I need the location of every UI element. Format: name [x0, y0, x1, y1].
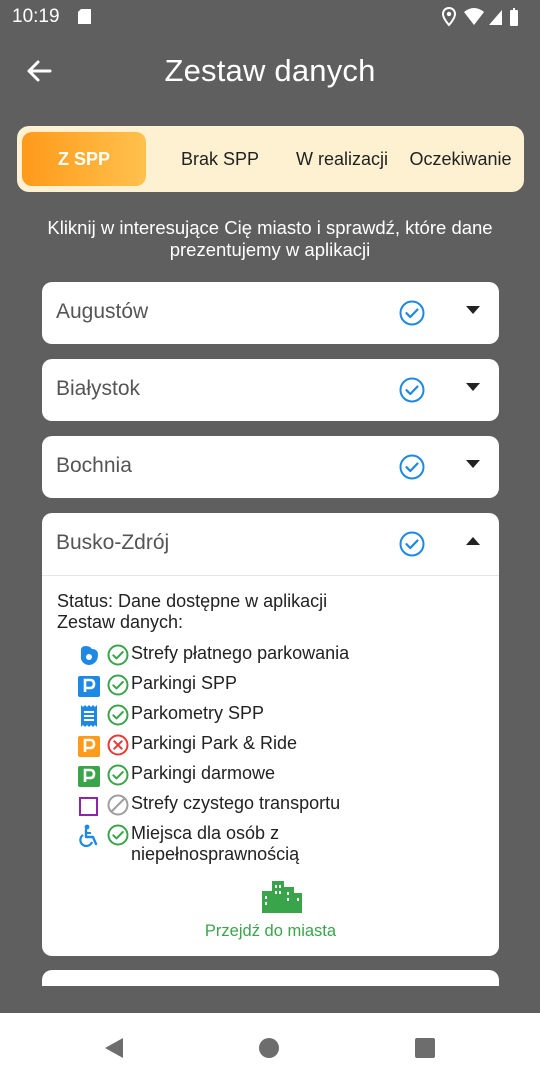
dataset-label-line2: niepełnosprawnością: [131, 844, 300, 864]
check-circle-icon: [399, 300, 425, 326]
status-bar: 10:19: [0, 0, 540, 34]
status-icons: [442, 7, 518, 27]
dataset-label-line1: Miejsca dla osób z: [131, 823, 280, 843]
dataset-label: Parkingi SPP: [131, 673, 238, 693]
battery-icon: [510, 8, 518, 26]
location-icon: [442, 7, 457, 27]
accessible-icon: [79, 824, 98, 848]
city-card-busko-zdroj: Busko-Zdrój Status: Dane dostępne w apli…: [42, 513, 499, 956]
cancel-circle-red-icon: [107, 734, 129, 756]
go-to-city-link[interactable]: Przejdź do miasta: [42, 879, 499, 949]
park-and-ride-icon: [78, 736, 100, 757]
city-status: Status: Dane dostępne w aplikacji: [57, 591, 328, 611]
app-bar: Zestaw danych: [0, 34, 540, 108]
go-to-city-label: Przejdź do miasta: [204, 922, 337, 940]
chevron-down-icon[interactable]: [466, 306, 480, 315]
dataset-label: Parkingi darmowe: [131, 763, 276, 783]
nav-recents-icon[interactable]: [415, 1038, 435, 1058]
tab-w-realizacji[interactable]: W realizacji: [279, 132, 405, 186]
page-title: Zestaw danych: [164, 53, 376, 88]
check-circle-green-icon: [107, 824, 129, 846]
check-circle-green-icon: [107, 674, 129, 696]
city-name: Augustów: [56, 300, 149, 323]
free-parking-icon: [78, 766, 100, 787]
city-card-bochnia[interactable]: Bochnia: [42, 436, 499, 498]
city-name: Bochnia: [56, 454, 132, 477]
city-name: Białystok: [56, 377, 141, 400]
intro-text: Kliknij w interesujące Cię miasto i spra…: [47, 217, 493, 260]
dataset-row: Strefy czystego transportu: [77, 791, 497, 821]
check-circle-icon: [399, 454, 425, 480]
dataset-label: Parkometry SPP: [131, 703, 265, 723]
sd-card-icon: [78, 9, 91, 24]
check-circle-icon: [399, 377, 425, 403]
tab-bar: Z SPP Brak SPP W realizacji Oczekiwanie: [17, 126, 524, 192]
signal-icon: [489, 10, 502, 25]
dataset-row: Parkometry SPP: [77, 701, 497, 731]
nav-home-icon[interactable]: [259, 1038, 279, 1058]
dataset-heading: Zestaw danych:: [57, 612, 184, 632]
status-time: 10:19: [12, 6, 60, 27]
dataset-label: Miejsca dla osób z niepełnosprawnością: [131, 823, 299, 865]
wifi-icon: [464, 8, 484, 25]
city-card-augustow[interactable]: Augustów: [42, 282, 499, 344]
city-buildings-icon: [262, 881, 302, 913]
chevron-down-icon[interactable]: [466, 460, 480, 469]
dataset-row: Parkingi darmowe: [77, 761, 497, 791]
tab-brak-spp[interactable]: Brak SPP: [158, 132, 282, 186]
city-card-header[interactable]: Busko-Zdrój: [42, 513, 499, 575]
not-applicable-icon: [107, 794, 129, 816]
city-name: Busko-Zdrój: [56, 531, 170, 554]
tab-oczekiwanie[interactable]: Oczekiwanie: [402, 132, 519, 186]
check-circle-green-icon: [107, 764, 129, 786]
city-card-next[interactable]: [42, 970, 499, 986]
parking-spp-icon: [78, 676, 100, 697]
check-circle-icon: [399, 531, 425, 557]
dataset-row: Strefy płatnego parkowania: [77, 641, 497, 671]
dataset-row: Miejsca dla osób z niepełnosprawnością: [77, 821, 497, 871]
parking-meter-icon: [81, 705, 97, 727]
tab-z-spp[interactable]: Z SPP: [22, 132, 146, 186]
dataset-row: Parkingi Park & Ride: [77, 731, 497, 761]
chevron-up-icon[interactable]: [466, 537, 480, 546]
paid-zone-icon: [80, 646, 98, 665]
clean-transport-zone-icon: [79, 797, 98, 816]
dataset-row: Parkingi SPP: [77, 671, 497, 701]
dataset-label: Parkingi Park & Ride: [131, 733, 298, 753]
chevron-down-icon[interactable]: [466, 383, 480, 392]
system-nav-bar: [0, 1013, 540, 1080]
city-card-bialystok[interactable]: Białystok: [42, 359, 499, 421]
dataset-label: Strefy płatnego parkowania: [131, 643, 350, 663]
divider: [42, 575, 499, 576]
check-circle-green-icon: [107, 704, 129, 726]
nav-back-icon[interactable]: [104, 1037, 124, 1059]
check-circle-green-icon: [107, 644, 129, 666]
dataset-label: Strefy czystego transportu: [131, 793, 341, 813]
